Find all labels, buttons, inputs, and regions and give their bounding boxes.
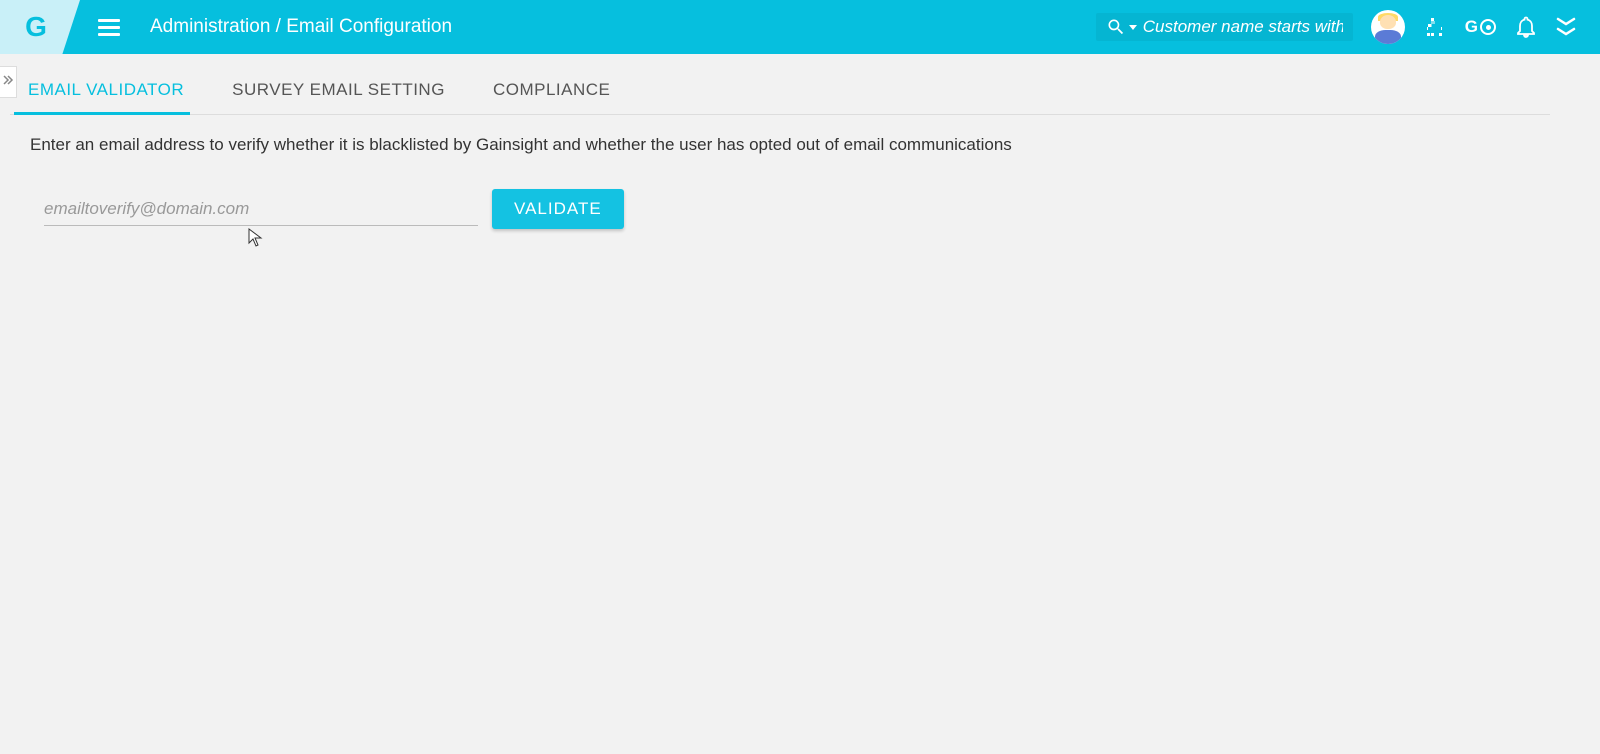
customer-search[interactable] [1096,13,1353,41]
page-description: Enter an email address to verify whether… [0,115,1600,165]
go-circle-icon [1480,19,1496,35]
go-label: G [1465,17,1478,37]
hierarchy-icon[interactable] [1423,15,1447,39]
user-avatar[interactable] [1371,10,1405,44]
main-content: EMAIL VALIDATOR SURVEY EMAIL SETTING COM… [0,54,1600,239]
hamburger-menu-button[interactable] [98,19,120,36]
hamburger-icon [98,19,120,22]
email-input[interactable] [44,193,478,226]
breadcrumb: Administration / Email Configuration [150,16,452,38]
search-icon [1106,17,1126,37]
tab-email-validator[interactable]: EMAIL VALIDATOR [28,80,184,114]
tab-compliance[interactable]: COMPLIANCE [493,80,610,114]
tab-bar: EMAIL VALIDATOR SURVEY EMAIL SETTING COM… [10,54,1550,115]
validate-form: VALIDATE [0,165,1600,239]
customer-search-input[interactable] [1143,17,1343,37]
tab-survey-email-setting[interactable]: SURVEY EMAIL SETTING [232,80,445,114]
app-header: G Administration / Email Configuration G [0,0,1600,54]
bell-icon [1514,15,1538,39]
search-dropdown-caret-icon[interactable] [1129,25,1137,30]
expand-panel-button[interactable] [1556,17,1576,37]
app-logo[interactable]: G [0,0,80,54]
header-right: G [1096,10,1600,44]
go-button[interactable]: G [1465,17,1496,37]
validate-button[interactable]: VALIDATE [492,189,624,229]
notifications-button[interactable] [1514,15,1538,39]
chevron-down-icon [1556,17,1576,27]
chevron-down-icon [1556,27,1576,37]
logo-letter: G [25,11,47,43]
